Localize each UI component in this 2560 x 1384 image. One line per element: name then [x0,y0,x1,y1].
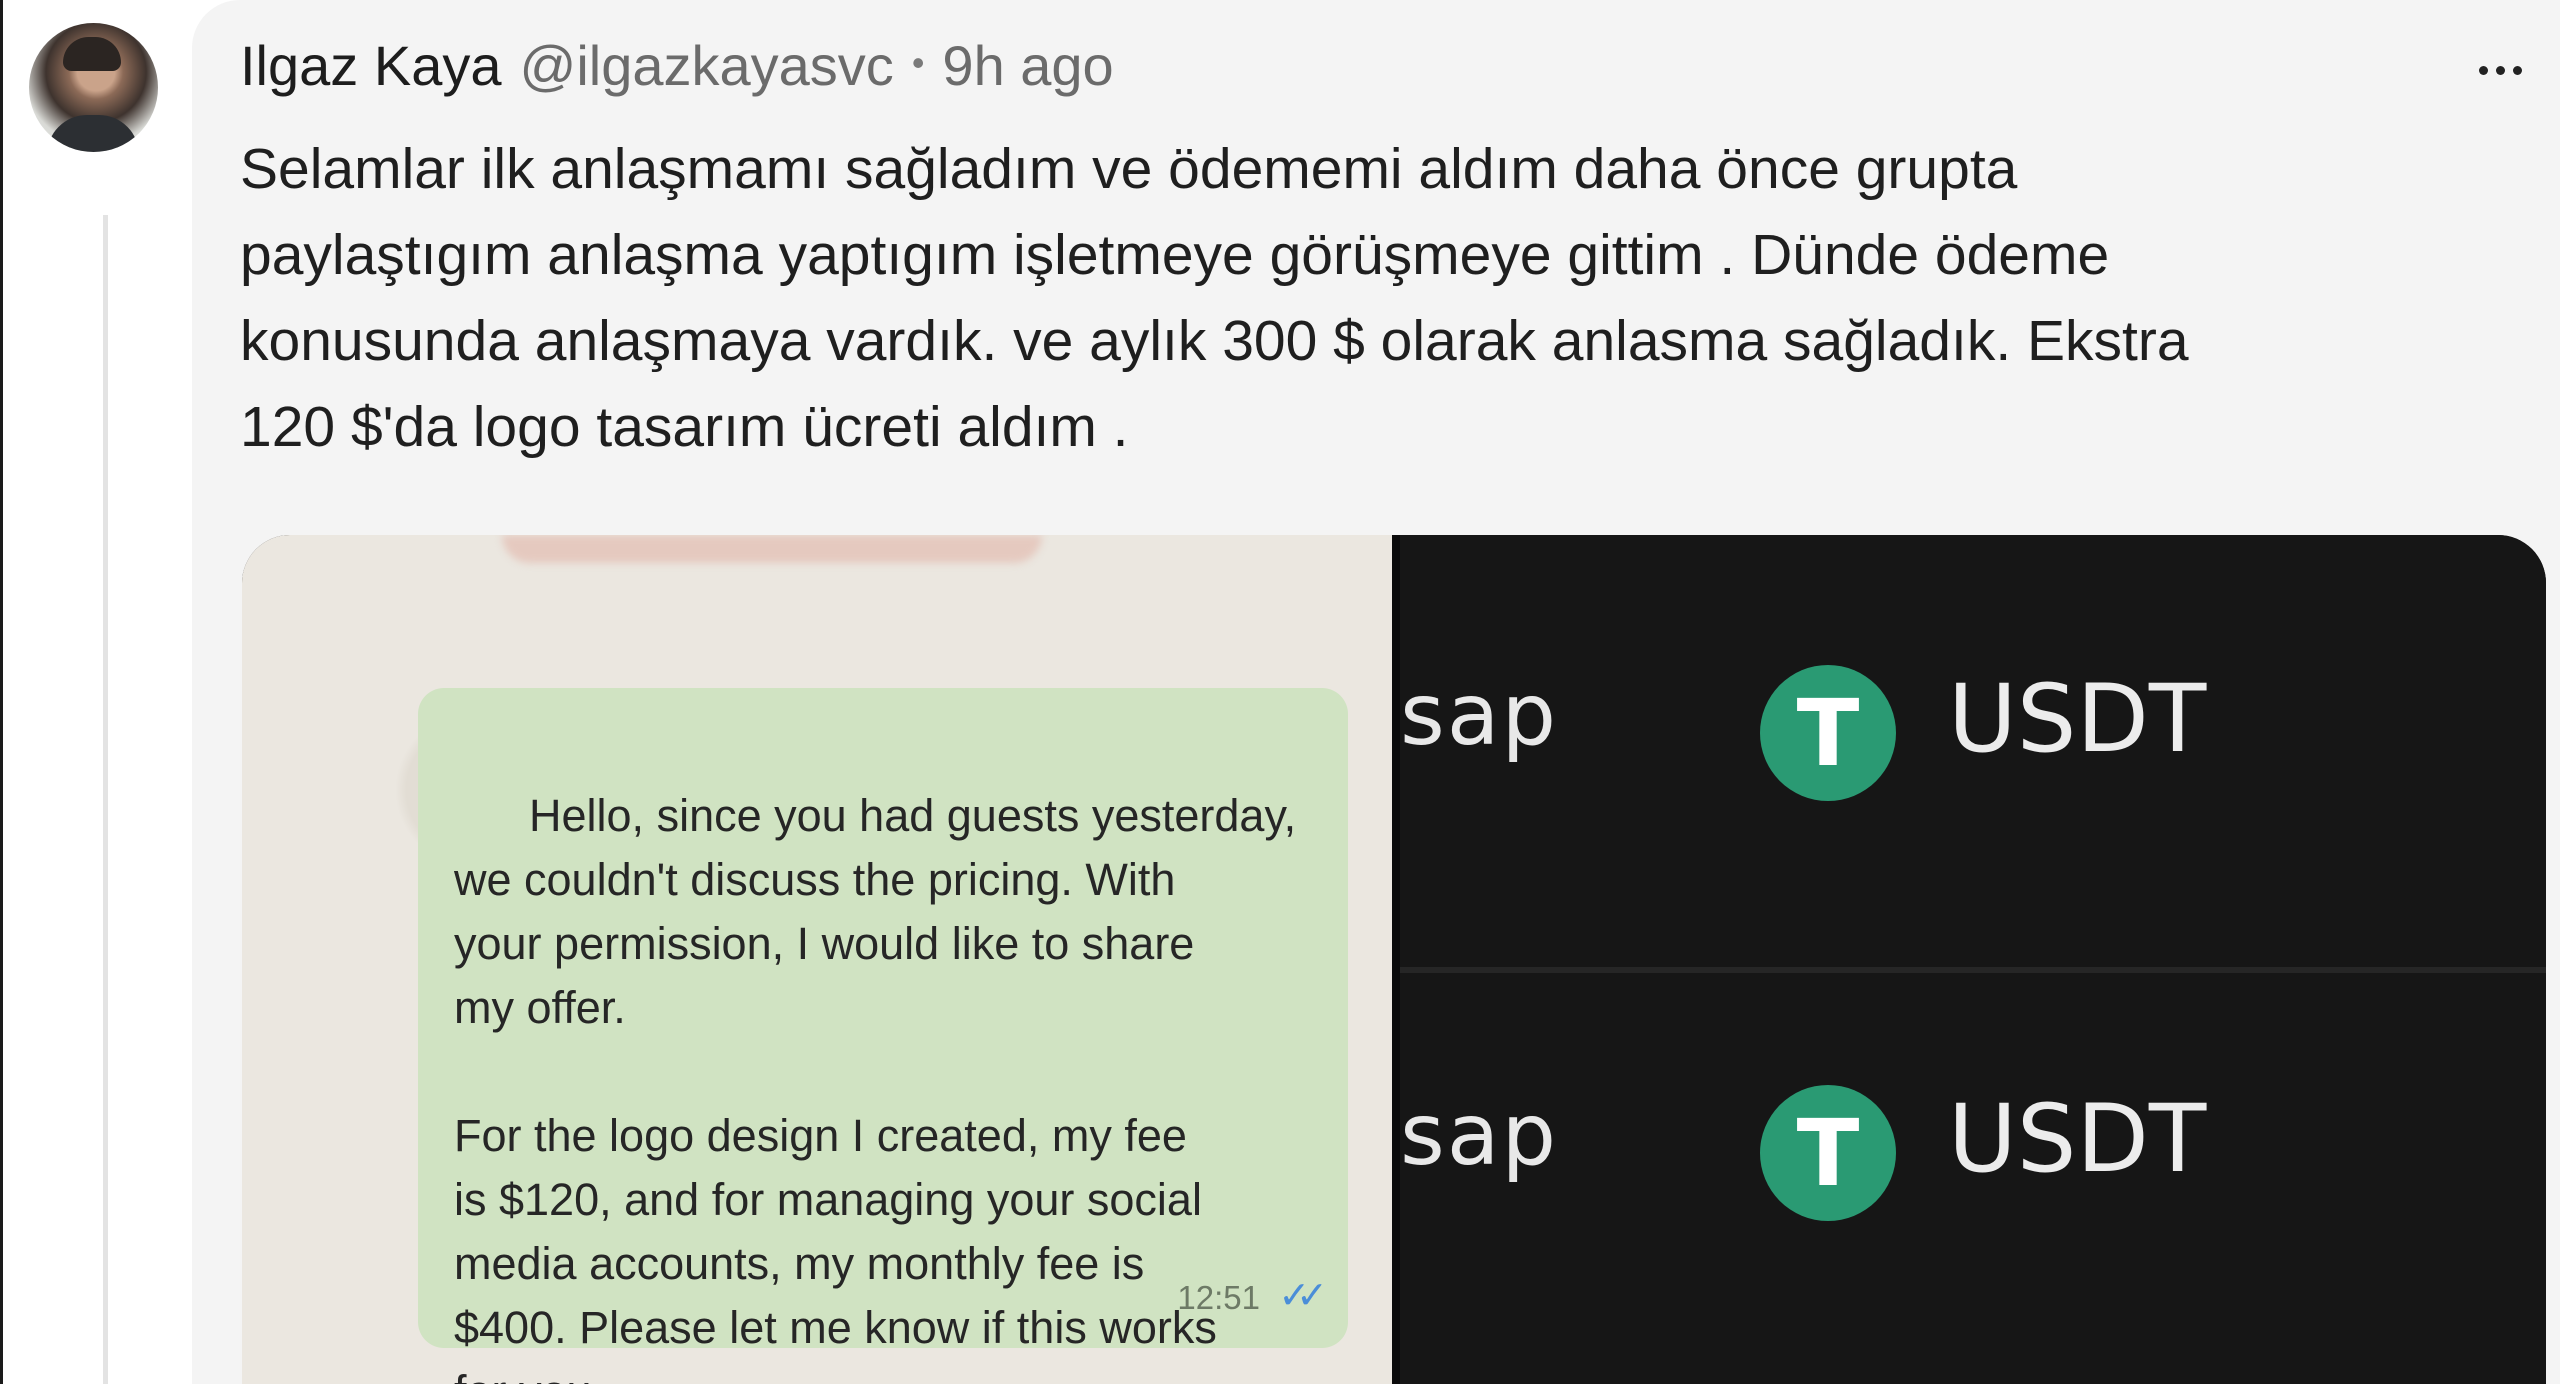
chat-message-bubble: Hello, since you had guests yesterday, w… [418,688,1348,1384]
double-check-icon: ✓✓ [1278,1275,1328,1317]
token-label: USDT [1948,1085,2207,1194]
avatar-hair [63,37,121,71]
token-label: USDT [1948,665,2207,774]
image-divider [1392,535,1400,1384]
wallet-row-label-fragment: sap [1400,665,1559,765]
more-options-button[interactable] [2470,40,2530,100]
wallet-screenshot[interactable]: sap T USDT sap T USDT [1400,535,2546,1384]
post-header: Ilgaz Kaya @ilgazkayasvc • 9h ago [240,30,1114,100]
separator-dot: • [911,42,925,83]
wallet-row: sap T USDT [1400,535,2546,935]
wallet-row-label-fragment: sap [1400,1085,1559,1185]
post-media[interactable]: Hello, since you had guests yesterday, w… [242,535,2546,1384]
author-name[interactable]: Ilgaz Kaya [240,33,502,98]
wallet-row-divider [1400,967,2546,973]
author-handle[interactable]: @ilgazkayasvc [520,33,894,98]
chat-header-blur [502,535,1042,563]
wallet-row: sap T USDT [1400,975,2546,1375]
post-time[interactable]: 9h ago [942,33,1113,98]
more-horizontal-icon [2478,65,2488,75]
tether-icon: T [1760,665,1896,801]
thread-line [103,215,108,1384]
post-text: Selamlar ilk anlaşmamı sağladım ve ödeme… [240,137,2189,459]
chat-screenshot[interactable]: Hello, since you had guests yesterday, w… [242,535,1392,1384]
chat-message-time: 12:51 [1177,1279,1260,1316]
tether-icon: T [1760,1085,1896,1221]
window-edge [0,0,3,1384]
avatar-shirt [47,115,139,152]
avatar[interactable] [29,23,158,152]
chat-message-text: Hello, since you had guests yesterday, w… [454,790,1297,1384]
